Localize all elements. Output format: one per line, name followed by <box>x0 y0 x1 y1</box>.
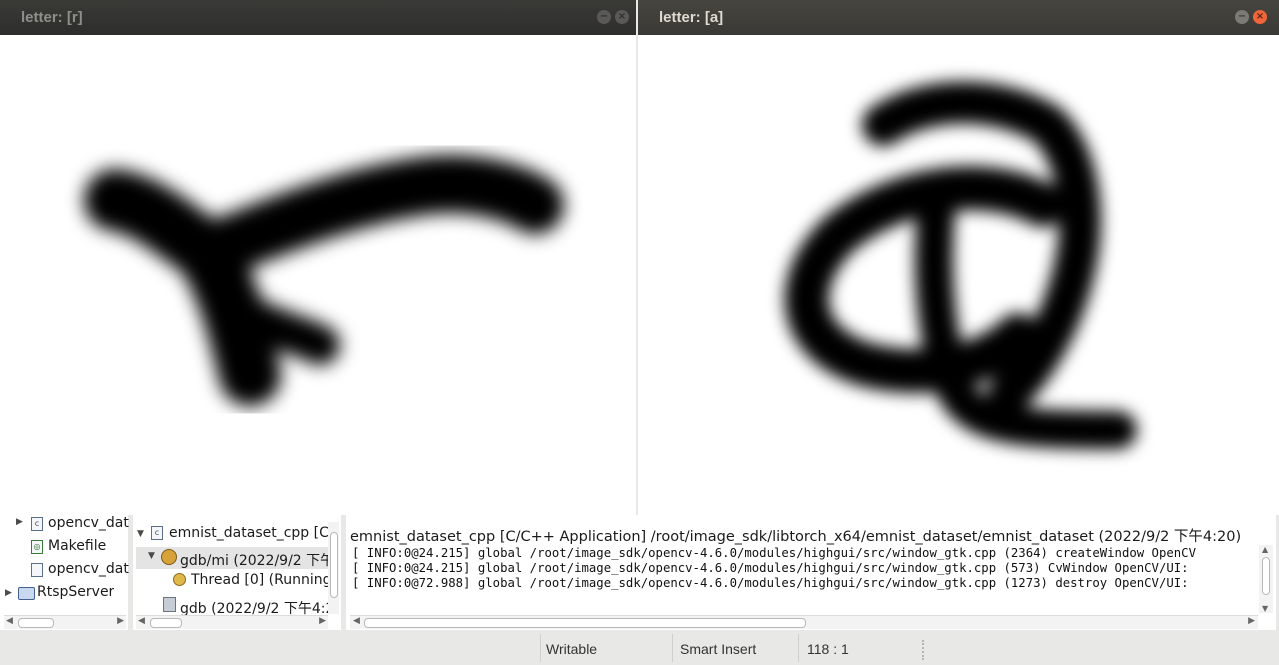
c-file-icon: c <box>31 517 43 531</box>
status-writable: Writable <box>546 640 598 657</box>
scroll-right-arrow-icon[interactable]: ▶ <box>1248 616 1255 626</box>
scroll-right-arrow-icon[interactable]: ▶ <box>117 616 124 626</box>
collapse-arrow-icon[interactable]: ▼ <box>148 551 155 561</box>
opencv-window-letter-a[interactable]: letter: [a] − × <box>638 0 1279 515</box>
gdb-icon <box>163 597 176 612</box>
tree-item-rtspserver[interactable]: RtspServer <box>37 584 114 600</box>
debug-hscrollbar[interactable]: ◀ ▶ <box>136 615 328 629</box>
debug-item-launch[interactable]: emnist_dataset_cpp [C/ <box>169 525 334 541</box>
debug-item-gdbmi[interactable]: gdb/mi (2022/9/2 下午 <box>180 550 334 570</box>
debug-vscrollbar[interactable] <box>328 522 339 614</box>
scroll-thumb[interactable] <box>330 532 338 598</box>
console-vscrollbar[interactable]: ▲ ▼ <box>1259 545 1273 613</box>
close-icon[interactable]: × <box>1253 10 1267 24</box>
scroll-left-arrow-icon[interactable]: ◀ <box>6 616 13 626</box>
window-titlebar[interactable]: letter: [a] <box>638 0 1279 35</box>
window-controls: − × <box>597 10 629 24</box>
tree-item-opencv-dataset-2[interactable]: opencv_dat <box>48 561 129 577</box>
scroll-down-arrow-icon[interactable]: ▼ <box>1262 604 1268 613</box>
window-controls: − × <box>1235 10 1267 24</box>
scroll-left-arrow-icon[interactable]: ◀ <box>138 616 145 626</box>
window-titlebar[interactable]: letter: [r] <box>0 0 636 35</box>
console-header: emnist_dataset_cpp [C/C++ Application] /… <box>350 529 1242 545</box>
handwritten-a-glyph <box>784 81 1137 449</box>
expand-arrow-icon[interactable]: ▶ <box>16 517 23 527</box>
debug-item-thread[interactable]: Thread [0] (Running <box>191 572 332 588</box>
scroll-thumb[interactable] <box>18 618 54 628</box>
window-title: letter: [a] <box>659 9 724 26</box>
window-title: letter: [r] <box>21 9 83 26</box>
close-icon[interactable]: × <box>615 10 629 24</box>
scroll-thumb[interactable] <box>364 618 806 628</box>
console-line: [ INFO:0@24.215] global /root/image_sdk/… <box>352 546 1196 560</box>
status-separator <box>672 634 673 662</box>
minimize-icon[interactable]: − <box>597 10 611 24</box>
status-grip <box>922 640 926 660</box>
c-app-icon: c <box>151 526 163 540</box>
tree-item-opencv-dataset[interactable]: opencv_dat <box>48 515 129 531</box>
project-folder-icon <box>18 587 35 600</box>
project-explorer-hscrollbar[interactable]: ◀ ▶ <box>4 615 126 629</box>
console-line: [ INFO:0@24.215] global /root/image_sdk/… <box>352 561 1189 575</box>
collapse-arrow-icon[interactable]: ▼ <box>137 529 144 539</box>
letter-image-r <box>0 35 636 515</box>
scroll-left-arrow-icon[interactable]: ◀ <box>353 616 360 626</box>
tree-item-makefile[interactable]: Makefile <box>48 538 106 554</box>
scroll-up-arrow-icon[interactable]: ▲ <box>1262 545 1268 554</box>
letter-image-a <box>638 35 1279 515</box>
scroll-right-arrow-icon[interactable]: ▶ <box>319 616 326 626</box>
console-hscrollbar[interactable]: ◀ ▶ <box>350 615 1258 629</box>
opencv-window-letter-r[interactable]: letter: [r] − × <box>0 0 636 515</box>
status-insert-mode[interactable]: Smart Insert <box>680 632 756 665</box>
status-cursor-position: 118 : 1 <box>807 640 849 657</box>
expand-arrow-icon[interactable]: ▶ <box>5 588 12 598</box>
gdb-process-icon <box>161 549 177 565</box>
scroll-thumb[interactable] <box>150 618 182 628</box>
status-separator <box>798 634 799 662</box>
file-icon <box>31 563 43 577</box>
makefile-icon: ◎ <box>31 540 43 554</box>
console-line: [ INFO:0@72.988] global /root/image_sdk/… <box>352 576 1189 590</box>
thread-icon <box>173 573 186 586</box>
minimize-icon[interactable]: − <box>1235 10 1249 24</box>
handwritten-r-glyph <box>84 155 564 406</box>
scroll-thumb[interactable] <box>1262 557 1270 595</box>
status-separator <box>540 634 541 662</box>
